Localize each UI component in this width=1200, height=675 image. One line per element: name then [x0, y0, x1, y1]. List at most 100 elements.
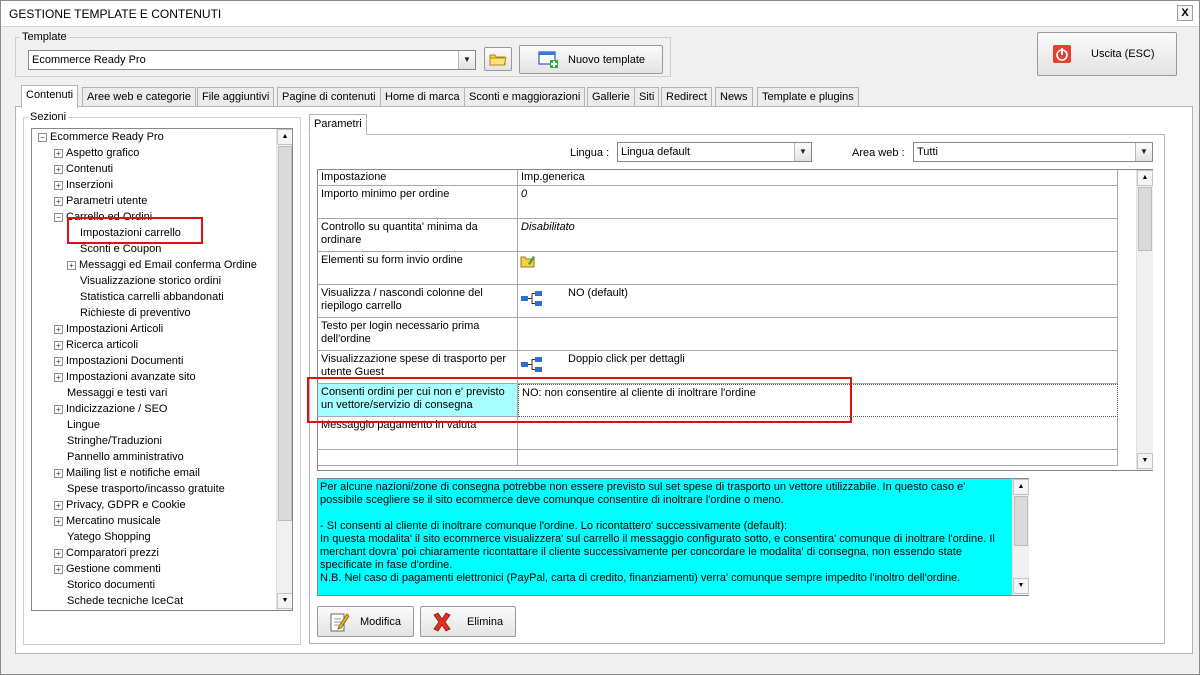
expand-icon[interactable]: +: [54, 516, 63, 526]
expand-icon[interactable]: +: [54, 324, 63, 334]
tree-item[interactable]: + Indicizzazione / SEO: [54, 401, 168, 417]
description-box[interactable]: Per alcune nazioni/zone di consegna potr…: [317, 478, 1029, 596]
expand-icon[interactable]: +: [54, 340, 63, 350]
table-row-setting[interactable]: Importo minimo per ordine: [318, 186, 518, 219]
tree-item[interactable]: Messaggi e testi vari: [67, 385, 167, 401]
elimina-button[interactable]: Elimina: [420, 606, 516, 637]
new-template-button[interactable]: Nuovo template: [519, 45, 663, 74]
tree-item-impostazioni-carrello[interactable]: Impostazioni carrello: [80, 225, 181, 241]
area-web-select[interactable]: Tutti ▼: [913, 142, 1153, 162]
table-row-setting-selected[interactable]: Consenti ordini per cui non e' previsto …: [318, 384, 518, 417]
sections-tree[interactable]: − Ecommerce Ready Pro + Aspetto grafico + C…: [31, 128, 293, 611]
tab-file-aggiuntivi[interactable]: File aggiuntivi: [197, 87, 275, 107]
tree-item[interactable]: + Contenuti: [54, 161, 113, 177]
column-header-impostazione[interactable]: Impostazione: [318, 170, 518, 186]
template-select[interactable]: Ecommerce Ready Pro ▼: [28, 50, 476, 70]
tree-item[interactable]: Storico documenti: [67, 577, 155, 593]
tree-item[interactable]: + Messaggi ed Email conferma Ordine: [67, 257, 257, 273]
tree-item[interactable]: Richieste di preventivo: [80, 305, 191, 321]
tree-item[interactable]: + Privacy, GDPR e Cookie: [54, 497, 186, 513]
table-row-setting[interactable]: Messaggio pagamento in valuta: [318, 417, 518, 450]
scroll-thumb[interactable]: [1014, 496, 1028, 546]
scroll-up-icon[interactable]: ▲: [1137, 170, 1153, 186]
tree-item[interactable]: Lingue: [67, 417, 100, 433]
table-row-value[interactable]: Doppio click per dettagli: [518, 351, 1118, 384]
settings-grid[interactable]: Impostazione Imp.generica Importo minimo…: [317, 169, 1153, 471]
table-row-setting[interactable]: [318, 450, 518, 466]
scroll-down-icon[interactable]: ▼: [1137, 453, 1153, 469]
expand-icon[interactable]: +: [54, 180, 63, 190]
tree-item[interactable]: + Gestione commenti: [54, 561, 161, 577]
tab-siti[interactable]: Siti: [634, 87, 660, 107]
tree-item[interactable]: Statistica carrelli abbandonati: [80, 289, 224, 305]
table-row-setting[interactable]: Controllo su quantita' minima da ordinar…: [318, 219, 518, 252]
scroll-down-icon[interactable]: ▼: [277, 593, 292, 609]
tree-item[interactable]: Visualizzazione storico ordini: [80, 273, 221, 289]
table-row-setting[interactable]: Testo per login necessario prima dell'or…: [318, 318, 518, 351]
table-row-value[interactable]: [518, 318, 1118, 351]
expand-icon[interactable]: +: [54, 148, 63, 158]
table-row-value[interactable]: NO (default): [518, 285, 1118, 318]
table-row-value[interactable]: Disabilitato: [518, 219, 1118, 252]
scroll-thumb[interactable]: [278, 146, 292, 521]
table-row-setting[interactable]: Elementi su form invio ordine: [318, 252, 518, 285]
expand-icon[interactable]: +: [54, 564, 63, 574]
tree-item[interactable]: + Ricerca articoli: [54, 337, 138, 353]
tree-item[interactable]: Yatego Shopping: [67, 529, 151, 545]
tab-pagine-contenuti[interactable]: Pagine di contenuti: [277, 87, 381, 107]
tab-sconti[interactable]: Sconti e maggiorazioni: [464, 87, 586, 107]
tree-item[interactable]: Spese trasporto/incasso gratuite: [67, 481, 225, 497]
table-row-value[interactable]: [518, 417, 1118, 450]
tree-item[interactable]: − Carrello ed Ordini: [54, 209, 152, 225]
scroll-up-icon[interactable]: ▲: [1013, 479, 1029, 495]
table-row-setting[interactable]: Visualizza / nascondi colonne del riepil…: [318, 285, 518, 318]
scroll-up-icon[interactable]: ▲: [277, 129, 292, 145]
table-row-value[interactable]: [518, 252, 1118, 285]
tree-item[interactable]: Sconti e Coupon: [80, 241, 161, 257]
expand-icon[interactable]: +: [54, 196, 63, 206]
tree-item[interactable]: + Aspetto grafico: [54, 145, 139, 161]
scroll-down-icon[interactable]: ▼: [1013, 578, 1029, 594]
collapse-icon[interactable]: −: [38, 132, 47, 142]
expand-icon[interactable]: +: [54, 500, 63, 510]
tree-item[interactable]: + Mercatino musicale: [54, 513, 161, 529]
tree-item[interactable]: + Impostazioni Documenti: [54, 353, 183, 369]
grid-scrollbar[interactable]: ▲ ▼: [1136, 170, 1153, 470]
tree-item[interactable]: Stringhe/Traduzioni: [67, 433, 162, 449]
open-folder-button[interactable]: [484, 47, 512, 71]
table-row-value-selected[interactable]: NO: non consentire al cliente di inoltra…: [518, 384, 1118, 417]
tab-template-plugins[interactable]: Template e plugins: [757, 87, 859, 107]
tab-home-marca[interactable]: Home di marca: [380, 87, 465, 107]
expand-icon[interactable]: +: [54, 164, 63, 174]
collapse-icon[interactable]: −: [54, 212, 63, 222]
tab-news[interactable]: News: [715, 87, 753, 107]
tab-gallerie[interactable]: Gallerie: [587, 87, 635, 107]
column-header-imp-generica[interactable]: Imp.generica: [518, 170, 1118, 186]
tree-item[interactable]: + Inserzioni: [54, 177, 113, 193]
expand-icon[interactable]: +: [54, 468, 63, 478]
table-row-value[interactable]: [518, 450, 1118, 466]
tree-item[interactable]: + Impostazioni avanzate sito: [54, 369, 196, 385]
tab-redirect[interactable]: Redirect: [661, 87, 712, 107]
tree-item[interactable]: + Comparatori prezzi: [54, 545, 159, 561]
scroll-thumb[interactable]: [1138, 187, 1152, 251]
exit-button[interactable]: Uscita (ESC): [1037, 32, 1177, 76]
description-scrollbar[interactable]: ▲ ▼: [1012, 479, 1029, 595]
expand-icon[interactable]: +: [67, 260, 76, 270]
table-row-value[interactable]: 0: [518, 186, 1118, 219]
tree-item[interactable]: Pannello amministrativo: [67, 449, 184, 465]
tree-item[interactable]: + Impostazioni Articoli: [54, 321, 163, 337]
expand-icon[interactable]: +: [54, 404, 63, 414]
close-button[interactable]: X: [1177, 5, 1193, 21]
tree-item[interactable]: + Mailing list e notifiche email: [54, 465, 200, 481]
tab-aree-web[interactable]: Aree web e categorie: [82, 87, 196, 107]
lingua-select[interactable]: Lingua default ▼: [617, 142, 812, 162]
tree-item[interactable]: + Parametri utente: [54, 193, 147, 209]
tree-scrollbar[interactable]: ▲ ▼: [276, 129, 292, 610]
tree-item[interactable]: − Ecommerce Ready Pro: [38, 129, 164, 145]
table-row-setting[interactable]: Visualizzazione spese di trasporto per u…: [318, 351, 518, 384]
expand-icon[interactable]: +: [54, 548, 63, 558]
expand-icon[interactable]: +: [54, 372, 63, 382]
tab-parametri[interactable]: Parametri: [309, 114, 367, 135]
tree-item[interactable]: Schede tecniche IceCat: [67, 593, 183, 609]
